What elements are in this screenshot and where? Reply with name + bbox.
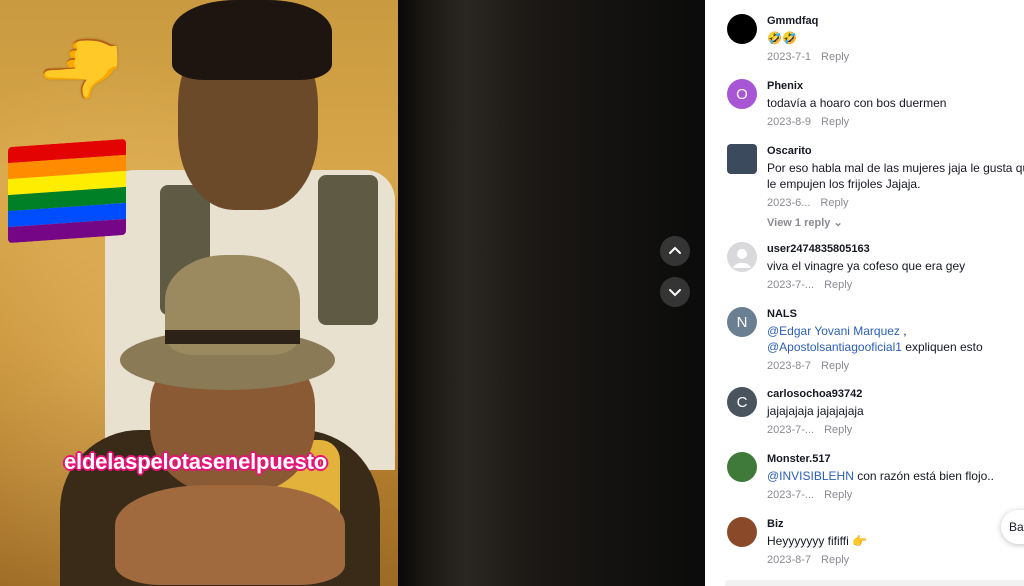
mention-link[interactable]: @Apostolsantiagooficial1 xyxy=(767,340,902,354)
reply-button[interactable]: Reply xyxy=(820,197,848,209)
comment-username[interactable]: carlosochoa93742 xyxy=(767,387,1024,401)
comment-date: 2023-7-1 xyxy=(767,51,812,63)
reply-button[interactable]: Reply xyxy=(821,360,849,372)
comment-username[interactable]: Monster.517 xyxy=(767,452,1024,466)
comment-date: 2023-6... xyxy=(767,197,811,209)
reply-button[interactable]: Reply xyxy=(824,424,852,436)
view-replies-label: View 1 reply xyxy=(767,217,831,229)
avatar[interactable] xyxy=(727,14,757,44)
video-frame[interactable]: 👉 eldelaspelotasenelpuesto xyxy=(0,0,398,586)
avatar[interactable]: C xyxy=(727,387,757,417)
reply-button[interactable]: Reply xyxy=(821,116,849,128)
comment-text: 🤣🤣 xyxy=(767,31,797,45)
avatar[interactable] xyxy=(727,517,757,547)
mention-link[interactable]: @Edgar Yovani Marquez xyxy=(767,324,900,338)
avatar-letter: N xyxy=(736,313,748,331)
comment-text: viva el vinagre ya cofeso que era gey xyxy=(767,259,966,273)
comment-text: @INVISIBLEHN con razón está bien flojo.. xyxy=(767,468,1024,484)
comment-username[interactable]: Gmmdfaq xyxy=(767,14,1024,28)
comment-username[interactable]: Biz xyxy=(767,517,1024,531)
default-user-icon xyxy=(733,249,751,268)
comment-username[interactable]: NALS xyxy=(767,307,1024,321)
comment-date: 2023-7-... xyxy=(767,489,815,501)
comment-text-line: le empujen los frijoles Jajaja. xyxy=(767,177,921,191)
comment-text: Heyyyyyyy fififfi 👉 xyxy=(767,534,868,548)
avatar[interactable] xyxy=(727,242,757,272)
avatar[interactable]: O xyxy=(727,79,757,109)
chevron-down-icon: ⌄ xyxy=(833,217,843,229)
pointing-hand-icon: 👉 xyxy=(38,26,126,104)
previous-video-button[interactable] xyxy=(660,236,690,266)
avatar-letter: O xyxy=(736,85,748,103)
person-back-vest-right xyxy=(318,175,378,325)
comment-username[interactable]: Phenix xyxy=(767,79,1024,93)
next-video-button[interactable] xyxy=(660,277,690,307)
person-back-hair xyxy=(172,0,332,80)
video-overlay-caption: eldelaspelotasenelpuesto xyxy=(64,449,327,474)
comment-text-fragment: con razón está bien flojo.. xyxy=(853,469,994,483)
avatar[interactable] xyxy=(727,144,757,174)
comment-username[interactable]: user2474835805163 xyxy=(767,242,1024,256)
comment-text-fragment: , xyxy=(899,324,907,338)
comment-input-bar[interactable] xyxy=(725,580,1024,586)
hat-band xyxy=(165,330,300,344)
reply-button[interactable]: Reply xyxy=(824,489,852,501)
chevron-up-icon xyxy=(669,246,681,254)
comment-username[interactable]: Oscarito xyxy=(767,144,1024,158)
comment-date: 2023-8-9 xyxy=(767,116,812,128)
avatar[interactable] xyxy=(727,452,757,482)
comment-text: Por eso habla mal de las mujeres jaja le… xyxy=(767,160,1024,192)
comment-date: 2023-7-... xyxy=(767,279,815,291)
rainbow-flag-icon xyxy=(8,138,126,244)
avatar[interactable]: N xyxy=(727,307,757,337)
chevron-down-icon xyxy=(669,289,681,297)
reply-button[interactable]: Reply xyxy=(824,279,852,291)
mention-link[interactable]: @INVISIBLEHN xyxy=(767,469,854,483)
comment-text-line: Por eso habla mal de las mujeres jaja le… xyxy=(767,161,1024,175)
comments-panel: Gmmdfaq 🤣🤣 2023-7-1 Reply O Phenix todaví… xyxy=(705,0,1024,586)
view-replies-button[interactable]: View 1 reply ⌄ xyxy=(767,216,1024,229)
reply-button[interactable]: Reply xyxy=(821,51,849,63)
comment-text: todavía a hoaro con bos duermen xyxy=(767,96,947,110)
comment-text: @Edgar Yovani Marquez , @Apostolsantiago… xyxy=(767,323,1024,355)
comment-text-fragment: expliquen esto xyxy=(901,340,983,354)
video-player-area: 👉 eldelaspelotasenelpuesto xyxy=(0,0,705,586)
comment-date: 2023-7-... xyxy=(767,424,815,436)
person-hands xyxy=(115,485,345,585)
comment-date: 2023-8-7 xyxy=(767,554,812,566)
comment-date: 2023-8-7 xyxy=(767,360,812,372)
reply-button[interactable]: Reply xyxy=(821,554,849,566)
avatar-letter: C xyxy=(736,393,748,411)
comment-text: jajajajaja jajajajaja xyxy=(767,404,864,418)
